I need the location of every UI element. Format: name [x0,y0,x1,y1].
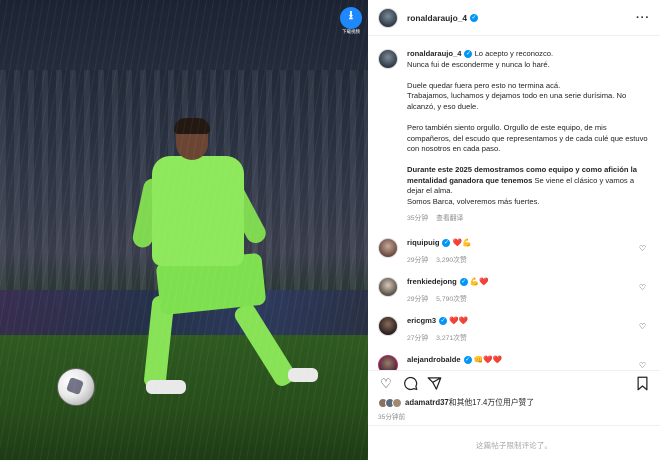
author-username[interactable]: ronaldaraujo_4 [407,13,467,23]
caption-line: Pero también siento orgullo. Orgullo de … [407,122,648,154]
comment-item: frenkiedejong ✓ 💪❤️ 29分钟 5,790次赞 ♡ [378,276,650,303]
commenter-avatar[interactable] [378,276,398,297]
comment-item: alejandrobalde ✓ 👊❤️❤️ ♡ [378,354,650,370]
action-bar: ♡ [368,370,660,396]
commenter-avatar[interactable] [378,237,398,258]
likes-summary[interactable]: adamatrd37和其他17.4万位用户赞了 [378,397,534,408]
commenter-avatar[interactable] [378,315,398,336]
caption-line: Nunca fui de esconderme y nunca lo haré. [407,59,550,69]
comment-item: ericgm3 ✓ ❤️❤️ 27分钟 3,271次赞 ♡ [378,315,650,342]
caption-username[interactable]: ronaldaraujo_4 [407,49,461,58]
comment-icon[interactable] [402,376,418,392]
rain-overlay [0,0,368,460]
comment-time: 29分钟 [407,295,429,303]
heart-icon[interactable]: ♡ [378,376,394,392]
verified-badge-icon: ✓ [464,50,473,58]
comment-text: 💪❤️ [469,276,489,286]
commenter-avatar[interactable] [378,354,398,370]
likes-count-text: 和其他17.4万位用户赞了 [448,398,535,407]
verified-badge-icon: ✓ [439,316,448,325]
caption-avatar[interactable] [378,49,398,69]
comment-text: ❤️💪 [452,237,472,247]
liker-avatars [378,397,402,408]
comment-username[interactable]: ericgm3 [407,316,436,325]
download-label: 下载视频 [342,29,360,34]
comment-likes[interactable]: 3,290次赞 [436,257,467,264]
caption-line: Duele quedar fuera pero esto no termina … [407,80,561,90]
send-icon[interactable] [426,376,442,392]
comment-like-icon[interactable]: ♡ [639,244,646,253]
comment-like-icon[interactable]: ♡ [639,283,646,292]
caption-line: Trabajamos, luchamos y dejamos todo en u… [407,91,627,111]
caption-first-line: Lo acepto y reconozco. [474,49,554,58]
verified-badge-icon: ✓ [442,238,451,247]
post-time: 35分钟前 [378,414,406,421]
more-horizontal-icon[interactable]: ··· [636,12,650,24]
verified-badge-icon: ✓ [463,355,472,364]
caption: ronaldaraujo_4 ✓ Lo acepto y reconozco. N… [378,49,650,225]
author-avatar[interactable] [378,7,398,28]
comment-likes[interactable]: 3,271次赞 [436,335,467,342]
comment-like-icon[interactable]: ♡ [639,361,646,370]
caption-time: 35分钟 [407,215,429,223]
download-button[interactable]: ⭳ 下载视频 [340,7,362,34]
post-header: ronaldaraujo_4 ✓ ··· [368,0,660,36]
comment-time: 27分钟 [407,334,429,342]
liker-username[interactable]: adamatrd37 [405,398,449,407]
caption-meta: 35分钟 查看翻译 [407,214,650,225]
comment-likes[interactable]: 5,790次赞 [436,296,467,303]
comment-username[interactable]: alejandrobalde [407,355,461,364]
comment-username[interactable]: frenkiedejong [407,277,457,286]
comment-like-icon[interactable]: ♡ [639,322,646,331]
post-photo[interactable]: ⭳ 下载视频 [0,0,368,460]
comments-area[interactable]: ronaldaraujo_4 ✓ Lo acepto y reconozco. N… [368,37,660,370]
comment-item: riquipuig ✓ ❤️💪 29分钟 3,290次赞 ♡ [378,237,650,264]
see-translation-link[interactable]: 查看翻译 [436,215,463,222]
comment-text: ❤️❤️ [449,315,469,325]
comments-restricted-notice: 这篇帖子限制评论了。 [476,441,552,450]
comment-time: 29分钟 [407,256,429,264]
comment-text: 👊❤️❤️ [473,354,502,364]
caption-line: Somos Barca, volveremos más fuertes. [407,197,540,207]
download-icon: ⭳ [348,8,354,22]
post-side-panel: ronaldaraujo_4 ✓ ··· ronaldaraujo_4 ✓ Lo … [368,0,660,460]
verified-badge-icon: ✓ [459,277,468,286]
comment-username[interactable]: riquipuig [407,238,439,247]
bookmark-icon[interactable] [634,376,650,392]
verified-badge-icon: ✓ [470,13,479,22]
